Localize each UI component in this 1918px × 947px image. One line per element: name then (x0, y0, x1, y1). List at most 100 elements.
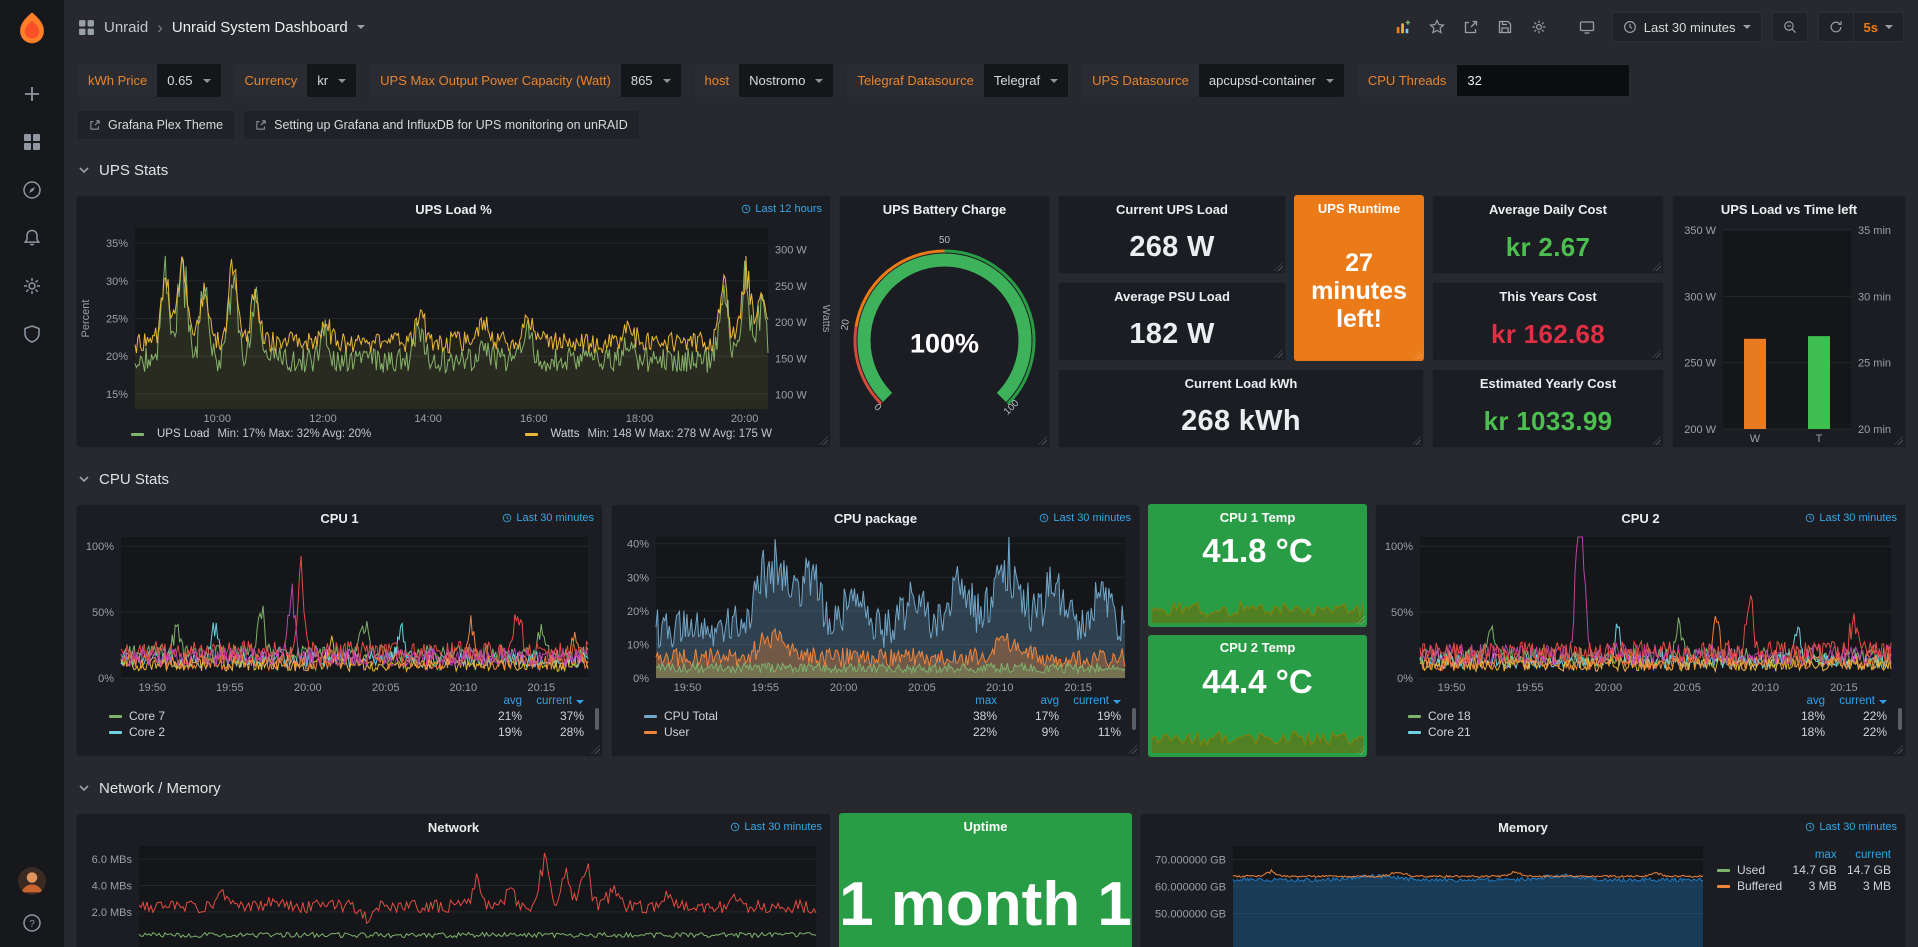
refresh-button[interactable] (1819, 13, 1853, 41)
configuration-gear-icon[interactable] (22, 276, 42, 296)
variable-value-dropdown[interactable]: kr (307, 64, 356, 97)
panel-title[interactable]: UPS Load % (415, 202, 492, 217)
row-header-ups-stats[interactable]: UPS Stats (78, 155, 1904, 185)
legend-series[interactable]: Buffered (1715, 878, 1784, 894)
panel-title[interactable]: Memory (1498, 820, 1548, 835)
user-avatar[interactable] (18, 867, 46, 895)
variable-value-dropdown[interactable]: 865 (621, 64, 681, 97)
ups-load-vs-time-bar-chart[interactable]: 200 W250 W300 W350 W20 min25 min30 min35… (1673, 222, 1905, 447)
cpu2-chart[interactable]: 0%50%100%19:5019:5520:0020:0520:1020:15 (1376, 531, 1905, 694)
server-admin-shield-icon[interactable] (22, 324, 42, 344)
series-color-icon (644, 731, 657, 734)
panel-title[interactable]: Average PSU Load (1114, 289, 1230, 304)
cycle-view-mode-button[interactable] (1572, 12, 1602, 42)
panel-title[interactable]: Average Daily Cost (1489, 202, 1607, 217)
legend-sort-header[interactable]: current (1061, 694, 1123, 708)
time-range-picker[interactable]: Last 30 minutes (1612, 12, 1762, 42)
link-ups-monitoring-guide[interactable]: Setting up Grafana and InfluxDB for UPS … (244, 111, 639, 139)
share-button[interactable] (1456, 12, 1486, 42)
panel-title[interactable]: CPU 1 (320, 511, 358, 526)
star-button[interactable] (1422, 12, 1452, 42)
add-panel-button[interactable] (1388, 12, 1418, 42)
dashboard-settings-button[interactable] (1524, 12, 1554, 42)
legend-scrollbar[interactable] (1898, 708, 1902, 730)
dashboards-icon[interactable] (22, 132, 42, 152)
panel-title[interactable]: Current UPS Load (1116, 202, 1228, 217)
svg-text:20%: 20% (106, 351, 128, 363)
legend-sort-header[interactable]: max (1784, 848, 1838, 862)
memory-chart[interactable]: 50.000000 GB60.000000 GB70.000000 GB (1141, 840, 1715, 947)
refresh-interval-picker[interactable]: 5s (1853, 13, 1903, 41)
legend-series[interactable]: Used (1715, 862, 1784, 878)
clock-icon (1805, 822, 1815, 832)
panel-ups-battery-charge: UPS Battery Charge 02050100100% (839, 195, 1050, 448)
panel-title[interactable]: This Years Cost (1499, 289, 1596, 304)
cpu1-chart[interactable]: 0%50%100%19:5019:5520:0020:0520:1020:15 (77, 531, 602, 694)
svg-text:30 min: 30 min (1858, 291, 1891, 303)
zoom-out-button[interactable] (1772, 12, 1808, 42)
grafana-logo-icon[interactable] (13, 10, 51, 48)
panel-cpu-1: CPU 1 Last 30 minutes 0%50%100%19:5019:5… (76, 504, 603, 757)
legend-series[interactable]: Core 2 (107, 724, 462, 740)
row-header-cpu-stats[interactable]: CPU Stats (78, 464, 1904, 494)
panel-title[interactable]: CPU package (834, 511, 917, 526)
panel-this-years-cost: This Years Cost kr 162.68 (1432, 282, 1664, 361)
create-plus-icon[interactable] (22, 84, 42, 104)
panel-time-override: Last 30 minutes (730, 821, 822, 833)
svg-text:70.000000 GB: 70.000000 GB (1155, 855, 1226, 867)
cpu-package-chart[interactable]: 0%10%20%30%40%19:5019:5520:0020:0520:102… (612, 531, 1139, 694)
panel-title[interactable]: Estimated Yearly Cost (1480, 376, 1616, 391)
link-grafana-plex-theme[interactable]: Grafana Plex Theme (78, 111, 234, 139)
svg-text:100%: 100% (910, 329, 979, 359)
variable-value-dropdown[interactable]: 0.65 (157, 64, 220, 97)
caret-down-icon (1326, 79, 1334, 83)
save-button[interactable] (1490, 12, 1520, 42)
variable-value-dropdown[interactable]: Telegraf (984, 64, 1068, 97)
legend-sort-header[interactable]: max (937, 694, 999, 708)
series-color-icon (1717, 869, 1730, 872)
legend-sort-header[interactable]: current (1827, 694, 1889, 708)
alerting-bell-icon[interactable] (22, 228, 42, 248)
breadcrumb-folder[interactable]: Unraid (104, 19, 148, 36)
svg-text:10%: 10% (627, 639, 649, 651)
svg-text:12:00: 12:00 (309, 413, 337, 425)
variable-value-dropdown[interactable]: apcupsd-container (1199, 64, 1344, 97)
breadcrumb-dashboard-title[interactable]: Unraid System Dashboard (172, 19, 348, 36)
legend-series[interactable]: CPU Total (642, 708, 937, 724)
legend-sort-header[interactable]: current (1839, 848, 1893, 862)
panel-title[interactable]: UPS Runtime (1318, 201, 1400, 216)
legend-sort-header[interactable]: avg (999, 694, 1061, 708)
series-color-icon (131, 433, 144, 436)
variable-label: CPU Threads (1358, 64, 1457, 97)
panel-title[interactable]: UPS Load vs Time left (1721, 202, 1857, 217)
legend-scrollbar[interactable] (595, 708, 599, 730)
row-header-network-memory[interactable]: Network / Memory (78, 773, 1904, 803)
panel-time-override: Last 30 minutes (502, 512, 594, 524)
legend-series[interactable]: Core 7 (107, 708, 462, 724)
dashboard-title-caret-icon[interactable] (357, 25, 365, 29)
help-icon[interactable]: ? (22, 913, 42, 933)
explore-compass-icon[interactable] (22, 180, 42, 200)
legend-series[interactable]: Core 21 (1406, 724, 1765, 740)
svg-text:150 W: 150 W (775, 353, 807, 365)
panel-title[interactable]: UPS Battery Charge (883, 202, 1007, 217)
legend-sort-header[interactable]: avg (462, 694, 524, 708)
panel-title[interactable]: CPU 1 Temp (1220, 510, 1296, 525)
ups-load-chart[interactable]: 15%20%25%30%35%100 W150 W200 W250 W300 W… (77, 222, 830, 425)
legend-sort-header[interactable]: current (524, 694, 586, 708)
legend-series[interactable]: Watts (551, 428, 580, 440)
panel-title[interactable]: CPU 2 Temp (1220, 640, 1296, 655)
legend-series[interactable]: UPS Load (157, 428, 209, 440)
panel-title[interactable]: Current Load kWh (1185, 376, 1298, 391)
panel-title[interactable]: CPU 2 (1621, 511, 1659, 526)
legend-series[interactable]: Core 18 (1406, 708, 1765, 724)
row-title: UPS Stats (99, 162, 168, 179)
panel-title[interactable]: Network (428, 820, 479, 835)
cpu-threads-input[interactable] (1456, 64, 1630, 97)
legend-sort-header[interactable]: avg (1765, 694, 1827, 708)
panel-title[interactable]: Uptime (963, 819, 1007, 834)
legend-scrollbar[interactable] (1132, 708, 1136, 730)
legend-series[interactable]: User (642, 724, 937, 740)
variable-value-dropdown[interactable]: Nostromo (739, 64, 833, 97)
network-chart[interactable]: 2.0 MBs4.0 MBs6.0 MBs (77, 840, 830, 947)
